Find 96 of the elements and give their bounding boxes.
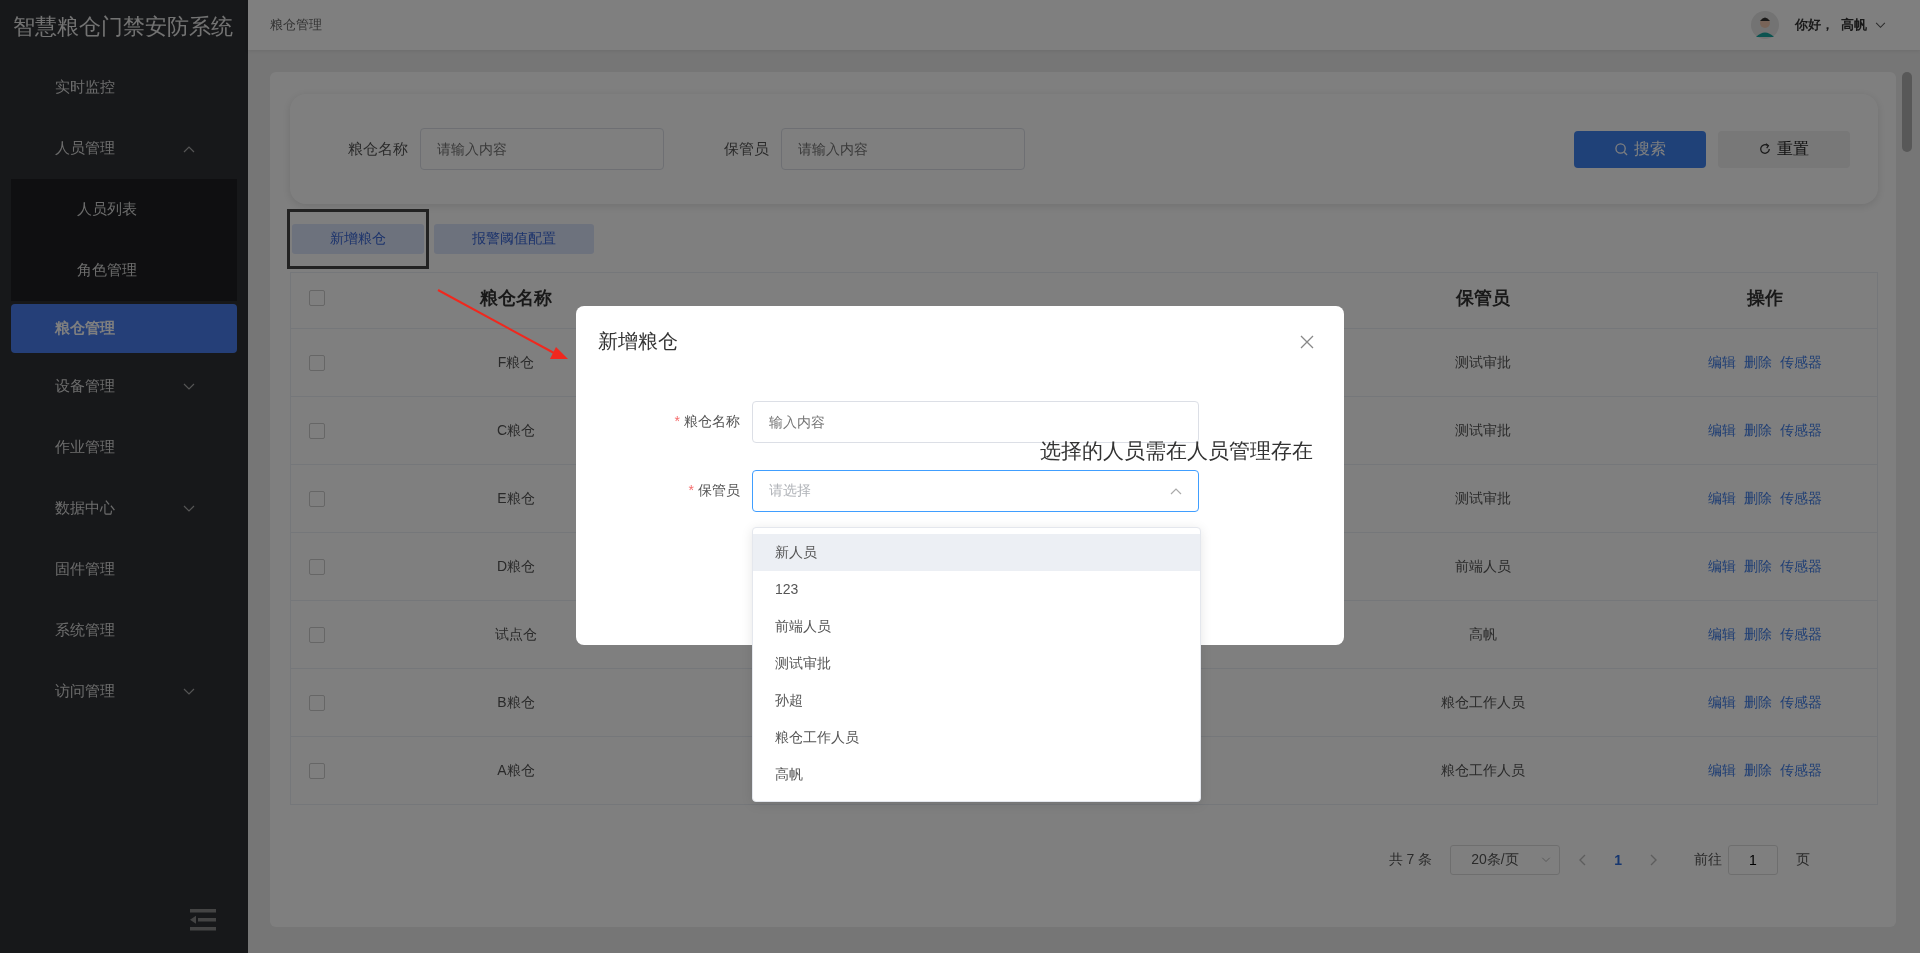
action-link[interactable]: 传感器 [1780, 421, 1822, 440]
input-field[interactable]: 请输入内容 [781, 128, 1025, 170]
checkbox[interactable] [309, 762, 325, 779]
action-link[interactable]: 删除 [1744, 353, 1772, 372]
dropdown-option[interactable]: 前端人员 [753, 608, 1200, 645]
dialog-title: 新增粮仓 [598, 329, 678, 354]
action-link[interactable]: 删除 [1744, 557, 1772, 576]
column-header: 操作 [1747, 287, 1783, 310]
action-link[interactable]: 传感器 [1780, 625, 1822, 644]
table-cell: 高帆 [1469, 625, 1497, 644]
total-count: 共 7 条 [1388, 851, 1433, 869]
required-mark: * [688, 482, 694, 498]
nav-item[interactable]: 访问管理 [11, 661, 237, 722]
action-link[interactable]: 编辑 [1708, 489, 1736, 508]
action-link[interactable]: 删除 [1744, 761, 1772, 780]
table-cell: A粮仓 [497, 761, 535, 780]
action-link[interactable]: 删除 [1744, 489, 1772, 508]
nav-item[interactable]: 实时监控 [11, 57, 237, 118]
table-cell: D粮仓 [496, 557, 536, 576]
table-cell: E粮仓 [497, 489, 535, 508]
toolbar-button[interactable]: 报警阈值配置 [434, 224, 594, 254]
checkbox[interactable] [309, 694, 325, 711]
column-header: 粮仓名称 [480, 287, 552, 310]
column-header: 保管员 [1456, 287, 1510, 310]
action-link[interactable]: 传感器 [1780, 761, 1822, 780]
submenu-item[interactable]: 人员列表 [11, 179, 237, 240]
checkbox[interactable] [309, 558, 325, 575]
action-link[interactable]: 传感器 [1780, 557, 1822, 576]
action-link[interactable]: 编辑 [1708, 353, 1736, 372]
user-greeting[interactable]: 你好， 高帆 [1794, 16, 1867, 34]
action-link[interactable]: 删除 [1744, 693, 1772, 712]
page-input[interactable]: 1 [1728, 845, 1778, 875]
checkbox[interactable] [309, 354, 325, 371]
nav-item[interactable]: 粮仓管理 [11, 304, 237, 353]
page-size-select[interactable]: 20条/页 [1450, 845, 1561, 875]
action-link[interactable]: 传感器 [1780, 489, 1822, 508]
dropdown-option[interactable]: 123 [753, 571, 1200, 608]
checkbox[interactable] [309, 490, 325, 507]
page-number[interactable]: 1 [1614, 852, 1622, 868]
scrollbar[interactable] [1902, 72, 1912, 152]
nav-item[interactable]: 固件管理 [11, 539, 237, 600]
submenu-item[interactable]: 角色管理 [11, 240, 237, 301]
next-page-icon[interactable] [1650, 854, 1658, 866]
toolbar-button[interactable]: 新增粮仓 [292, 224, 424, 254]
dropdown-option[interactable]: 高帆 [753, 756, 1200, 793]
app-title: 智慧粮仓门禁安防系统 [12, 13, 234, 41]
page-suffix: 页 [1796, 851, 1810, 869]
search-panel-button[interactable]: 重置 [1718, 130, 1850, 168]
action-link[interactable]: 编辑 [1708, 761, 1736, 780]
dropdown-option[interactable]: 孙超 [753, 682, 1200, 719]
dropdown-option[interactable]: 新人员 [753, 534, 1200, 571]
action-link[interactable]: 编辑 [1708, 421, 1736, 440]
action-link[interactable]: 编辑 [1708, 625, 1736, 644]
nav-item[interactable]: 人员管理 [11, 118, 237, 179]
action-link[interactable]: 编辑 [1708, 693, 1736, 712]
checkbox[interactable] [309, 626, 325, 643]
table-cell: B粮仓 [497, 693, 535, 712]
action-link[interactable]: 删除 [1744, 625, 1772, 644]
close-icon[interactable] [1300, 334, 1314, 349]
action-link[interactable]: 传感器 [1780, 693, 1822, 712]
field-label: 保管员 [724, 139, 769, 159]
checkbox[interactable] [309, 422, 325, 439]
dropdown-option[interactable]: 测试审批 [753, 645, 1200, 682]
nav-item[interactable]: 作业管理 [11, 417, 237, 478]
search-panel-button[interactable]: 搜索 [1574, 130, 1706, 168]
nav-item[interactable]: 设备管理 [11, 356, 237, 417]
nav-item[interactable]: 数据中心 [11, 478, 237, 539]
table-cell: 测试审批 [1455, 353, 1511, 372]
table-cell: 前端人员 [1455, 557, 1511, 576]
table-cell: 粮仓工作人员 [1441, 761, 1525, 780]
input-field[interactable]: 请输入内容 [420, 128, 664, 170]
action-link[interactable]: 传感器 [1780, 353, 1822, 372]
chevron-icon [1170, 487, 1182, 495]
goto-label: 前往 [1694, 851, 1722, 869]
search-icon [1614, 142, 1628, 156]
action-link[interactable]: 删除 [1744, 421, 1772, 440]
table-cell: 粮仓工作人员 [1441, 693, 1525, 712]
field-label: 保管员 [698, 482, 740, 498]
dropdown-option[interactable]: 粮仓工作人员 [753, 719, 1200, 756]
table-cell: F粮仓 [497, 353, 535, 372]
refresh-icon [1759, 143, 1771, 155]
avatar-icon [1750, 11, 1779, 39]
table-cell: 试点仓 [495, 625, 537, 644]
breadcrumb: 粮仓管理 [270, 16, 322, 34]
nav-item[interactable]: 系统管理 [11, 600, 237, 661]
chevron-icon[interactable] [1875, 21, 1886, 29]
table-cell: C粮仓 [496, 421, 536, 440]
table-cell: 测试审批 [1455, 489, 1511, 508]
collapse-menu-icon[interactable] [190, 909, 216, 931]
table-cell: 测试审批 [1455, 421, 1511, 440]
required-mark: * [674, 413, 680, 429]
action-link[interactable]: 编辑 [1708, 557, 1736, 576]
checkbox[interactable] [309, 290, 325, 306]
field-label: 粮仓名称 [684, 413, 740, 429]
previous-page-icon[interactable] [1578, 854, 1587, 866]
field-label: 粮仓名称 [348, 139, 408, 159]
